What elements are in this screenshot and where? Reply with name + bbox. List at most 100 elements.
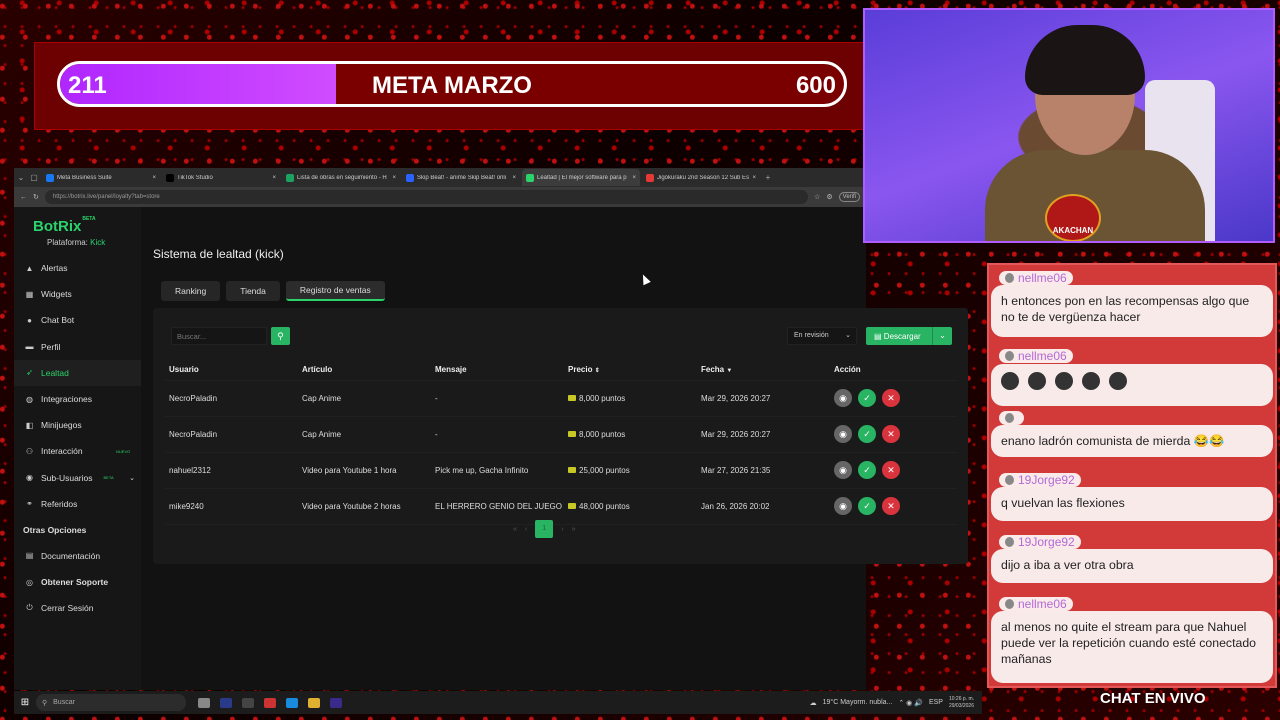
browser-tab[interactable]: Meta Business Suite × — [42, 169, 160, 186]
logo[interactable]: BotRix BETA — [14, 207, 141, 235]
prev-page-icon[interactable]: ‹ — [525, 526, 527, 533]
download-label: Descargar — [883, 331, 921, 341]
status-filter-value: En revisión — [794, 332, 829, 339]
platform-label: Plataforma: — [47, 238, 88, 247]
botrix-app: BotRix BETA Plataforma: Kick ▲ Alertas ▦ Wi… — [14, 207, 968, 690]
table-row: nahuel2312 Video para Youtube 1 hora Pick … — [165, 452, 957, 489]
view-icon[interactable]: ◉ — [834, 425, 852, 443]
user-badge-icon — [1005, 413, 1014, 423]
close-icon[interactable]: × — [632, 175, 636, 181]
search-input[interactable]: Buscar... — [171, 327, 267, 345]
back-icon[interactable]: ← — [20, 194, 27, 201]
sidebar-item-interacci-n[interactable]: ⚇ Interacción NUEVO — [14, 438, 141, 464]
sidebar-item-obtener-soporte[interactable]: ◎ Obtener Soporte — [14, 569, 141, 595]
premiere-icon[interactable] — [330, 697, 342, 708]
chat-username[interactable]: nellme06 — [999, 349, 1073, 363]
language-indicator[interactable]: ESP — [929, 699, 943, 706]
bookmark-icon[interactable]: ☆ — [814, 193, 820, 201]
reject-icon[interactable]: ✕ — [882, 497, 900, 515]
column-header[interactable]: Precio ⇕ — [564, 360, 697, 381]
tab-ranking[interactable]: Ranking — [161, 281, 221, 301]
chat-username[interactable]: nellme06 — [999, 597, 1073, 611]
approve-icon[interactable]: ✓ — [858, 389, 876, 407]
chat-username[interactable]: 19Jorge92 — [999, 535, 1081, 549]
page-button-current[interactable]: 1 — [535, 520, 554, 538]
tab-registro-de-ventas[interactable]: Registro de ventas — [285, 281, 385, 301]
app-icon[interactable] — [242, 697, 254, 708]
sidebar-item-integraciones[interactable]: ◍ Integraciones — [14, 386, 141, 412]
tab-list-icon[interactable]: ⌄ — [16, 173, 26, 182]
sidebar-item-cerrar-sesi-n[interactable]: ⏻ Cerrar Sesión — [14, 595, 141, 621]
chat-message: h entonces pon en las recompensas algo q… — [991, 285, 1273, 337]
close-icon[interactable]: × — [152, 175, 156, 181]
browser-tab[interactable]: Lealtad | El mejor software para p × — [522, 169, 640, 186]
next-page-icon[interactable]: › — [561, 526, 563, 533]
table-row: mike9240 Video para Youtube 2 horas EL HER… — [165, 488, 957, 525]
column-header[interactable]: Fecha ▼ — [697, 360, 830, 381]
browser-tab[interactable]: Lista de obras en seguimiento - H × — [282, 169, 400, 186]
taskbar-search[interactable]: ⚲ Buscar — [36, 694, 186, 711]
extensions-icon[interactable]: ⚙ — [826, 193, 832, 201]
sidebar-item-minijuegos[interactable]: ◧ Minijuegos — [14, 412, 141, 438]
approve-icon[interactable]: ✓ — [858, 497, 876, 515]
clock[interactable]: 10:26 p. m. 29/03/2026 — [949, 696, 974, 710]
tab-group-icon[interactable]: ▢ — [29, 173, 39, 182]
sidebar-item-perfil[interactable]: ▬ Perfil — [14, 334, 141, 360]
profile-button[interactable]: Verifi — [838, 192, 860, 202]
cell-mensaje: EL HERRERO GENIO DEL JUEGO — [431, 488, 564, 525]
chat-username[interactable]: 19Jorge92 — [999, 473, 1081, 487]
address-row: ← ↻ https://botrix.live/panel/loyalty?ta… — [14, 187, 866, 207]
chat-username[interactable] — [999, 411, 1024, 425]
edge-icon[interactable] — [286, 697, 298, 708]
view-icon[interactable]: ◉ — [834, 461, 852, 479]
sidebar-item-chat-bot[interactable]: ● Chat Bot — [14, 307, 141, 333]
approve-icon[interactable]: ✓ — [858, 425, 876, 443]
first-page-icon[interactable]: « — [513, 526, 517, 533]
weather-text[interactable]: 19°C Mayorm. nubla... — [823, 699, 893, 706]
sidebar-item-widgets[interactable]: ▦ Widgets — [14, 281, 141, 307]
obs-icon[interactable] — [264, 697, 276, 708]
close-icon[interactable]: × — [392, 175, 396, 181]
reload-icon[interactable]: ↻ — [33, 193, 39, 201]
sidebar-item-lealtad[interactable]: ➶ Lealtad — [14, 359, 141, 386]
cell-fecha: Mar 29, 2026 20:27 — [697, 380, 830, 417]
reject-icon[interactable]: ✕ — [882, 461, 900, 479]
close-icon[interactable]: × — [752, 175, 756, 181]
new-tab-icon[interactable]: + — [763, 173, 773, 182]
address-bar[interactable]: https://botrix.live/panel/loyalty?tab=st… — [44, 190, 809, 204]
download-button[interactable]: ▤ Descargar — [866, 332, 932, 341]
view-icon[interactable]: ◉ — [834, 389, 852, 407]
last-page-icon[interactable]: » — [572, 526, 576, 533]
windows-start-icon[interactable]: ⊞ — [14, 697, 36, 708]
emote-icon — [1082, 372, 1100, 390]
browser-tab[interactable]: TikTok Studio × — [162, 169, 280, 186]
browser-tab[interactable]: Skip Beat! - anime Skip Beat! onli × — [402, 169, 520, 186]
browser-tab-label: TikTok Studio — [177, 174, 213, 181]
reject-icon[interactable]: ✕ — [882, 389, 900, 407]
cell-precio: 8,000 puntos — [564, 380, 697, 417]
task-view-icon[interactable] — [198, 697, 210, 708]
view-icon[interactable]: ◉ — [834, 497, 852, 515]
sidebar-item-alertas[interactable]: ▲ Alertas — [14, 255, 141, 281]
search-button[interactable]: ⚲ — [271, 327, 290, 345]
browser-tab[interactable]: Jigokuraku 2nd Season 12 Sub Es × — [642, 169, 760, 186]
photoshop-icon[interactable] — [220, 697, 232, 708]
close-icon[interactable]: × — [272, 175, 276, 181]
download-dropdown-button[interactable]: ⌄ — [932, 327, 952, 345]
tab-tienda[interactable]: Tienda — [226, 281, 280, 301]
approve-icon[interactable]: ✓ — [858, 461, 876, 479]
sidebar-item-documentaci-n[interactable]: ▤ Documentación — [14, 543, 141, 569]
reject-icon[interactable]: ✕ — [882, 425, 900, 443]
sidebar-item-referidos[interactable]: ⚭ Referidos — [14, 491, 141, 517]
cell-accion: ◉ ✓ ✕ — [830, 380, 957, 417]
status-filter-select[interactable]: En revisión ⌄ — [787, 327, 857, 345]
chat-username[interactable]: nellme06 — [999, 271, 1073, 285]
tray-icons[interactable]: ⌃ ◉ 🔊 — [898, 699, 923, 707]
sidebar-item-sub-usuarios[interactable]: ◉ Sub-Usuarios BETA ⌄ — [14, 465, 141, 491]
platform-indicator: Plataforma: Kick — [14, 238, 141, 247]
folder-icon[interactable] — [308, 697, 320, 708]
sales-table: Usuario Artículo Mensaje Precio ⇕ Fecha ▼ Acc… — [165, 360, 957, 525]
favicon-icon — [646, 173, 654, 182]
sidebar-item-label: Chat Bot — [41, 315, 75, 326]
close-icon[interactable]: × — [512, 175, 516, 181]
